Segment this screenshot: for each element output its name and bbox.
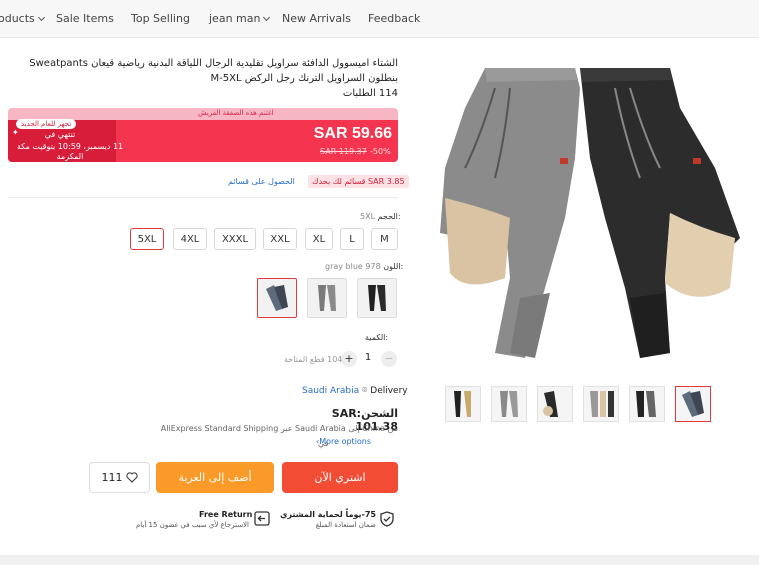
thumb-pants-icon	[543, 391, 558, 417]
quantity-value[interactable]: 1	[360, 352, 376, 363]
thumb-pants-icon	[500, 391, 518, 417]
delivery-label: Delivery	[370, 386, 408, 396]
thumbnail-5[interactable]	[629, 386, 665, 422]
thumbnail-6[interactable]	[675, 386, 711, 422]
coupon-badge: SAR 3.85 قسائم لك بحدك	[308, 175, 409, 188]
size-option-xl[interactable]: XL	[305, 228, 333, 250]
pants-gray-icon	[318, 285, 336, 311]
pants-black-icon	[368, 285, 386, 311]
buyer-protection-title: 75-يوماً لحماية المشتري	[280, 510, 376, 519]
nav-item-sale-items[interactable]: Sale Items	[56, 12, 114, 25]
thumbnail-4[interactable]	[583, 386, 619, 422]
nav-item-products[interactable]: oducts	[0, 12, 45, 25]
thumbnail-1[interactable]	[445, 386, 481, 422]
more-options-link[interactable]: ‹More options	[316, 437, 371, 446]
banner-deal-text: اغتنم هذه الصفقة الفريش	[198, 109, 274, 117]
promo-tag: تجهز للعام الجديد	[16, 119, 77, 129]
thumb-pants-icon	[454, 391, 471, 417]
divider	[8, 197, 398, 198]
shield-check-icon	[380, 511, 394, 527]
size-option-xxxl[interactable]: XXXL	[214, 228, 256, 250]
pants-gray-blue-icon	[266, 285, 288, 311]
buy-now-button[interactable]: اشتري الآن	[282, 462, 398, 493]
add-to-cart-button[interactable]: أضف إلى العربة	[156, 462, 274, 493]
top-nav: oducts Sale Items Top Selling jean man N…	[0, 0, 759, 38]
delivery-destination[interactable]: Saudi Arabia	[302, 386, 359, 396]
chevron-down-icon	[263, 13, 271, 22]
color-swatch-black[interactable]	[357, 278, 397, 318]
thumb-pants-icon	[636, 391, 656, 417]
main-product-image[interactable]	[425, 48, 755, 378]
orders-count: 114 الطلبات	[342, 88, 398, 99]
size-option-4xl[interactable]: 4XL	[173, 228, 207, 250]
discount-badge: -50%	[370, 147, 391, 156]
ends-label: تنتهي في	[44, 130, 76, 139]
thumb-pants-icon	[682, 391, 704, 417]
get-coupons-link[interactable]: الحصول على قسائم	[228, 177, 295, 186]
size-label: 5XL الحجم:	[360, 212, 401, 221]
page-bottom-strip	[0, 555, 759, 565]
heart-icon	[125, 472, 138, 483]
size-option-m[interactable]: M	[371, 228, 398, 250]
quantity-label: الكمية:	[365, 333, 389, 342]
size-option-xxl[interactable]: XXL	[263, 228, 297, 250]
shipping-from-line: من China إلى Saudi Arabia عبر AliExpress…	[160, 424, 398, 433]
nav-item-jean-man[interactable]: jean man	[209, 12, 271, 25]
free-return-sub: الاسترجاع لأي سبب في غضون 15 أيام	[135, 521, 249, 529]
chevron-down-icon	[37, 13, 45, 22]
color-swatch-gray[interactable]	[307, 278, 347, 318]
quantity-minus-button[interactable]: −	[381, 351, 397, 367]
free-return-title: Free Return	[199, 510, 253, 519]
nav-item-new-arrivals[interactable]: New Arrivals	[282, 12, 351, 25]
product-title: الشتاء اميسوول الدافئة سراويل تقليدية ال…	[29, 58, 398, 84]
buyer-protection-sub: ضمان استعادة المبلغ	[315, 521, 376, 529]
sweatpants-image	[440, 68, 740, 358]
color-swatch-gray-blue[interactable]	[257, 278, 297, 318]
nav-item-top-selling[interactable]: Top Selling	[131, 12, 190, 25]
ends-date: 11 ديسمبر، 10:59 بتوقيت مكة المكرمة	[16, 142, 124, 161]
available-pieces: 104 قطع المتاحة	[284, 355, 343, 364]
size-option-5xl[interactable]: 5XL	[130, 228, 164, 250]
thumb-pants-icon	[590, 391, 614, 417]
quantity-plus-button[interactable]: +	[341, 351, 357, 367]
location-pin-icon: ⌾	[361, 386, 368, 396]
delivery-row[interactable]: Saudi Arabia ⌾ Delivery	[302, 386, 408, 396]
thumbnail-3[interactable]	[537, 386, 573, 422]
color-label: gray blue 978 اللون:	[325, 262, 404, 271]
size-option-l[interactable]: L	[340, 228, 364, 250]
thumbnail-2[interactable]	[491, 386, 527, 422]
original-price: SAR 119.37	[320, 147, 367, 156]
nav-item-feedback[interactable]: Feedback	[368, 12, 420, 25]
return-icon	[254, 511, 270, 526]
wishlist-count: 111	[101, 471, 123, 484]
wishlist-button[interactable]: 111	[89, 462, 150, 493]
current-price: SAR 59.66	[313, 125, 392, 142]
